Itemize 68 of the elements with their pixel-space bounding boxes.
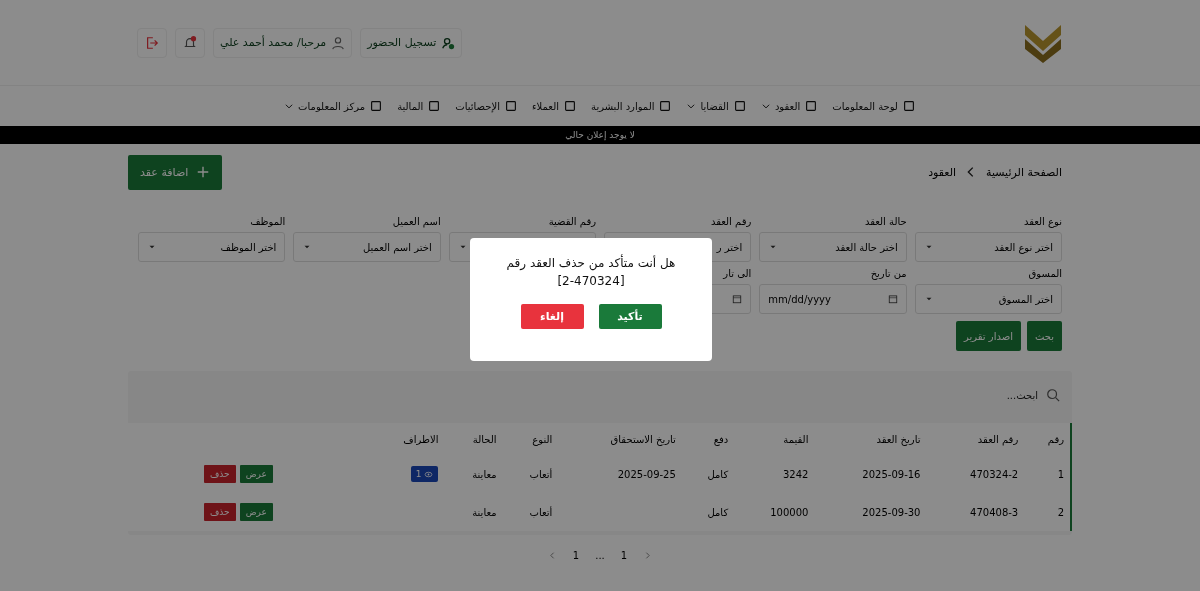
- select-field[interactable]: اختر الموظف: [138, 232, 286, 262]
- column-header: رقم العقد: [977, 433, 1019, 445]
- table-cell: 2025-09-16: [862, 468, 921, 480]
- select-field[interactable]: اختر المسوق: [914, 284, 1062, 314]
- nav-item[interactable]: العملاء: [531, 99, 578, 113]
- column-header: تاريخ الاستحقاق: [610, 433, 676, 445]
- nav-item[interactable]: الموارد البشرية: [591, 99, 673, 113]
- view-button[interactable]: عرض: [239, 503, 273, 521]
- table-cell: معاينة: [472, 506, 497, 518]
- nav-item[interactable]: لوحة المعلومات: [832, 99, 916, 113]
- select-field[interactable]: اختر حالة العقد: [759, 232, 907, 262]
- filter-button[interactable]: بحث: [1026, 321, 1062, 351]
- delete-button[interactable]: حذف: [204, 465, 236, 483]
- table-cell: 2: [1057, 506, 1064, 518]
- field-label: الموظف: [250, 216, 286, 227]
- breadcrumb-current: العقود: [928, 165, 957, 179]
- delete-button[interactable]: حذف: [204, 503, 236, 521]
- select-field[interactable]: اختر نوع العقد: [914, 232, 1062, 262]
- column-header: رقم: [1047, 433, 1064, 445]
- page-button[interactable]: 1: [566, 545, 586, 565]
- column-header: النوع: [532, 433, 553, 445]
- nav-item[interactable]: المالية: [397, 99, 442, 113]
- field-label: من تاريخ: [870, 268, 907, 279]
- field-label: رقم القضية: [548, 216, 596, 227]
- column-header: القيمة: [783, 433, 809, 445]
- confirm-button[interactable]: تأكيد: [598, 304, 662, 329]
- table-cell: 2025-09-25: [617, 468, 676, 480]
- page-button[interactable]: ...: [589, 545, 611, 565]
- contract-number: [2-470324]: [556, 273, 626, 290]
- view-button[interactable]: عرض: [239, 465, 273, 483]
- field-label: اسم العميل: [392, 216, 441, 227]
- date-field[interactable]: mm/dd/yyyy: [759, 284, 907, 314]
- field-label: نوع العقد: [1023, 216, 1062, 227]
- parties-button[interactable]: 1: [410, 466, 439, 482]
- nav-item[interactable]: العقود: [760, 99, 819, 113]
- page-button[interactable]: 1: [614, 545, 634, 565]
- table-cell: 470324-2: [970, 468, 1019, 480]
- field-label: رقم العقد: [710, 216, 752, 227]
- nav-item[interactable]: مركز المعلومات: [284, 99, 384, 113]
- table-cell: أتعاب: [529, 468, 553, 480]
- table-cell: 100000: [770, 506, 809, 518]
- announcement-bar: لا يوجد إعلان حالي: [0, 126, 1200, 144]
- table-cell: كامل: [707, 506, 729, 518]
- select-field[interactable]: اختر اسم العميل: [293, 232, 441, 262]
- table-cell: 3242: [782, 468, 809, 480]
- table-cell: معاينة: [472, 468, 497, 480]
- field-label: المسوق: [1028, 268, 1062, 279]
- dialog-message: هل أنت متأكد من حذف العقد رقم: [505, 254, 677, 272]
- filter-button[interactable]: اصدار تقرير: [955, 321, 1021, 351]
- table-cell: 470408-3: [970, 506, 1019, 518]
- nav-item[interactable]: الإحصائيات: [455, 99, 518, 113]
- table-cell: 1: [1057, 468, 1064, 480]
- table-cell: أتعاب: [529, 506, 553, 518]
- table-cell: 2025-09-30: [862, 506, 921, 518]
- table-cell: كامل: [707, 468, 729, 480]
- breadcrumb-link[interactable]: الصفحة الرئيسية: [986, 165, 1062, 179]
- nav-item[interactable]: القضايا: [686, 99, 747, 113]
- add-contract-button[interactable]: اضافة عقد: [128, 154, 223, 190]
- column-header: دفع: [713, 433, 729, 445]
- column-header: الاطراف: [403, 433, 439, 445]
- search-field[interactable]: ابحث...: [128, 379, 1072, 411]
- column-header: تاريخ العقد: [876, 433, 921, 445]
- attendance-button[interactable]: تسجيل الحضور: [360, 27, 463, 58]
- user-menu[interactable]: مرحبا/ محمد أحمد علي: [213, 27, 353, 58]
- field-label: حالة العقد: [864, 216, 907, 227]
- cancel-button[interactable]: إلغاء: [520, 304, 584, 329]
- column-header: الحالة: [472, 433, 497, 445]
- field-label: الى تار: [723, 268, 752, 279]
